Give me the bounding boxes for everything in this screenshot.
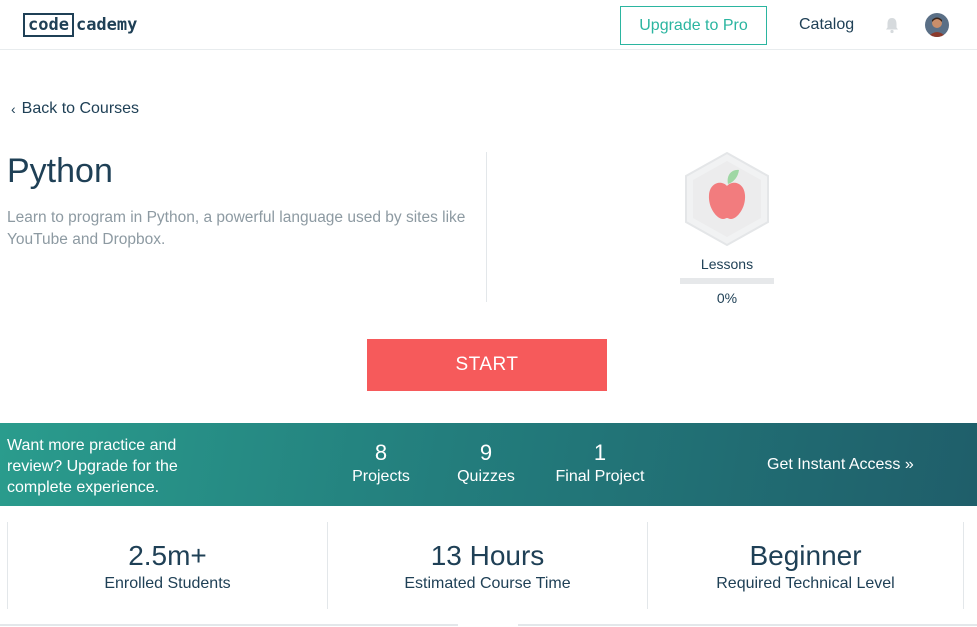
catalog-link[interactable]: Catalog	[799, 16, 854, 34]
top-navigation-bar: code cademy Upgrade to Pro Catalog	[0, 0, 977, 50]
stat-label: Quizzes	[457, 468, 515, 485]
course-time-panel: 13 Hours Estimated Course Time	[328, 522, 648, 609]
info-label: Enrolled Students	[104, 575, 231, 592]
stat-quizzes: 9 Quizzes	[448, 441, 524, 489]
stat-number: 8	[374, 440, 388, 465]
chevron-left-icon: ‹	[11, 101, 16, 117]
info-label: Required Technical Level	[716, 575, 895, 592]
section-divider-notch	[458, 622, 518, 627]
vertical-divider	[486, 152, 487, 302]
lessons-progress-percent: 0%	[716, 290, 738, 306]
user-avatar[interactable]	[925, 13, 949, 37]
stat-number: 9	[479, 440, 493, 465]
info-value: 13 Hours	[430, 540, 545, 571]
technical-level-panel: Beginner Required Technical Level	[648, 522, 964, 609]
course-description: Learn to program in Python, a powerful l…	[7, 209, 466, 248]
stat-final-project: 1 Final Project	[550, 441, 650, 489]
upgrade-to-pro-button[interactable]: Upgrade to Pro	[620, 6, 767, 45]
back-to-courses-label: Back to Courses	[21, 100, 140, 117]
info-label: Estimated Course Time	[404, 575, 571, 592]
stat-label: Final Project	[555, 468, 645, 485]
lessons-label: Lessons	[700, 256, 754, 272]
stat-projects: 8 Projects	[343, 441, 419, 489]
start-button[interactable]: START	[367, 339, 607, 391]
logo-boxed-text: code	[23, 13, 74, 37]
back-to-courses-link[interactable]: ‹ Back to Courses	[11, 100, 139, 118]
bell-icon[interactable]	[883, 16, 901, 34]
promo-text: Want more practice and review? Upgrade f…	[7, 437, 178, 496]
lessons-progress-bar	[680, 278, 774, 284]
codecademy-logo[interactable]: code cademy	[23, 13, 137, 37]
course-title: Python	[7, 152, 113, 190]
logo-text: cademy	[75, 14, 138, 35]
enrolled-students-panel: 2.5m+ Enrolled Students	[7, 522, 328, 609]
info-value: 2.5m+	[128, 540, 207, 571]
get-instant-access-link[interactable]: Get Instant Access »	[767, 456, 914, 474]
upgrade-promo-banner: Want more practice and review? Upgrade f…	[0, 423, 977, 506]
stat-label: Projects	[352, 468, 410, 485]
apple-icon	[682, 151, 772, 247]
info-value: Beginner	[749, 540, 862, 571]
stat-number: 1	[593, 440, 607, 465]
